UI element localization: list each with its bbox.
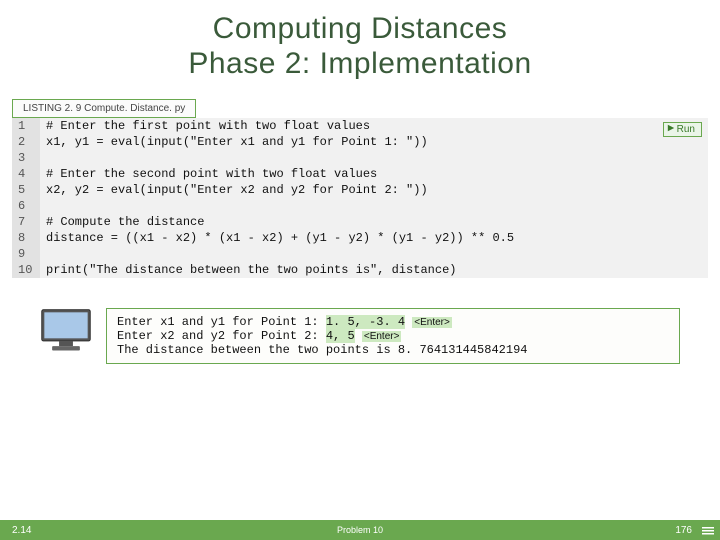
enter-key-label: <Enter>	[412, 317, 452, 328]
code-line: # Enter the second point with two float …	[40, 166, 377, 182]
footer-center-label: Problem 10	[80, 525, 640, 535]
monitor-icon	[40, 308, 92, 358]
code-listing: Run 1# Enter the first point with two fl…	[12, 118, 708, 278]
code-row: 4# Enter the second point with two float…	[12, 166, 708, 182]
slide-footer: 2.14 Problem 10 176	[0, 520, 720, 540]
code-line: print("The distance between the two poin…	[40, 262, 456, 278]
output-box: Enter x1 and y1 for Point 1: 1. 5, -3. 4…	[106, 308, 680, 364]
output-line-2: Enter x2 and y2 for Point 2: 4, 5 <Enter…	[117, 329, 669, 343]
title-line-2: Phase 2: Implementation	[0, 47, 720, 82]
output-input-1: 1. 5, -3. 4	[326, 315, 405, 329]
line-number: 3	[12, 150, 40, 166]
title-line-1: Computing Distances	[0, 12, 720, 47]
code-row: 8distance = ((x1 - x2) * (x1 - x2) + (y1…	[12, 230, 708, 246]
slide-title-block: Computing Distances Phase 2: Implementat…	[0, 0, 720, 81]
line-number: 7	[12, 214, 40, 230]
code-row: 7# Compute the distance	[12, 214, 708, 230]
line-number: 5	[12, 182, 40, 198]
code-line	[40, 150, 46, 166]
output-prompt-1: Enter x1 and y1 for Point 1:	[117, 315, 326, 329]
line-number: 4	[12, 166, 40, 182]
program-output-block: Enter x1 and y1 for Point 1: 1. 5, -3. 4…	[40, 308, 680, 364]
code-row: 1# Enter the first point with two float …	[12, 118, 708, 134]
output-line-1: Enter x1 and y1 for Point 1: 1. 5, -3. 4…	[117, 315, 669, 329]
footer-left-section-number: 2.14	[0, 525, 80, 536]
line-number: 6	[12, 198, 40, 214]
line-number: 2	[12, 134, 40, 150]
output-line-3: The distance between the two points is 8…	[117, 343, 669, 357]
code-line	[40, 246, 46, 262]
listing-label: LISTING 2. 9 Compute. Distance. py	[12, 99, 196, 118]
code-row: 6	[12, 198, 708, 214]
enter-key-label: <Enter>	[362, 331, 402, 342]
hamburger-icon[interactable]	[702, 525, 714, 537]
line-number: 1	[12, 118, 40, 134]
code-row: 2x1, y1 = eval(input("Enter x1 and y1 fo…	[12, 134, 708, 150]
code-row: 3	[12, 150, 708, 166]
run-button-label: Run	[677, 124, 695, 135]
output-prompt-2: Enter x2 and y2 for Point 2:	[117, 329, 326, 343]
code-row: 5x2, y2 = eval(input("Enter x2 and y2 fo…	[12, 182, 708, 198]
code-row: 9	[12, 246, 708, 262]
code-line: x1, y1 = eval(input("Enter x1 and y1 for…	[40, 134, 428, 150]
play-icon	[667, 124, 675, 135]
output-input-2: 4, 5	[326, 329, 355, 343]
code-line	[40, 198, 46, 214]
line-number: 9	[12, 246, 40, 262]
line-number: 8	[12, 230, 40, 246]
code-line: x2, y2 = eval(input("Enter x2 and y2 for…	[40, 182, 428, 198]
code-line: distance = ((x1 - x2) * (x1 - x2) + (y1 …	[40, 230, 514, 246]
code-line: # Enter the first point with two float v…	[40, 118, 370, 134]
line-number: 10	[12, 262, 40, 278]
code-row: 10print("The distance between the two po…	[12, 262, 708, 278]
code-line: # Compute the distance	[40, 214, 204, 230]
run-button[interactable]: Run	[663, 122, 702, 137]
